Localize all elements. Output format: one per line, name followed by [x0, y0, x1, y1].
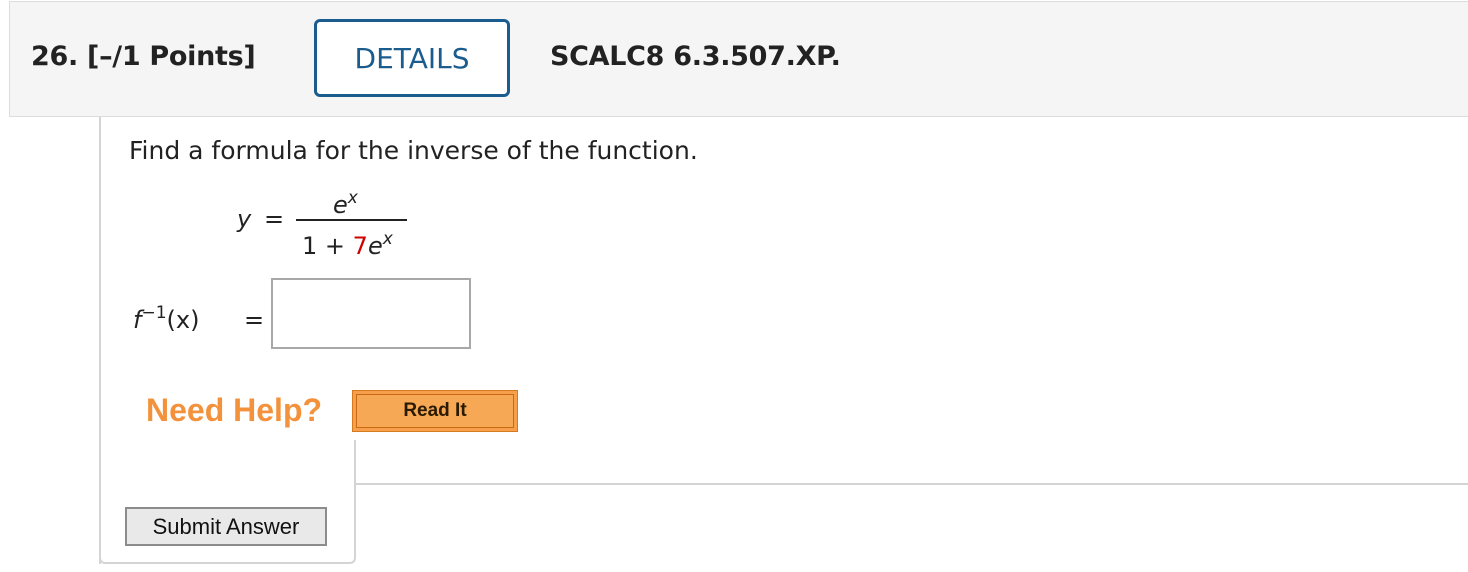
divider: [354, 483, 1468, 485]
denominator-exponent: x: [382, 229, 393, 249]
question-number: 26.: [31, 41, 78, 72]
fraction-bar: [296, 219, 407, 221]
numerator-base: e: [333, 191, 348, 219]
read-it-button[interactable]: Read It: [352, 390, 518, 432]
inverse-arg: (x): [166, 306, 200, 334]
fraction-numerator: ex: [333, 188, 358, 220]
answer-input[interactable]: [271, 278, 471, 349]
numerator-exponent: x: [347, 188, 358, 208]
denominator-base: e: [367, 232, 383, 260]
inverse-label: f−1(x): [133, 303, 200, 334]
read-it-label: Read It: [356, 394, 514, 428]
points-label: [–/1 Points]: [87, 41, 256, 72]
need-help-label: Need Help?: [146, 392, 323, 428]
problem-reference: SCALC8 6.3.507.XP.: [550, 41, 841, 72]
fraction-denominator: 1 + 7ex: [302, 229, 393, 261]
inverse-superscript: −1: [141, 303, 167, 323]
equation-y: y: [237, 205, 252, 233]
question-title: 26. [–/1 Points]: [31, 41, 256, 72]
details-button[interactable]: DETAILS: [314, 19, 510, 97]
denominator-one: 1 +: [302, 232, 346, 260]
submit-answer-button[interactable]: Submit Answer: [125, 507, 327, 546]
inverse-equals: =: [244, 306, 265, 334]
question-prompt: Find a formula for the inverse of the fu…: [129, 136, 698, 165]
equation-equals: =: [264, 205, 285, 233]
denominator-coefficient: 7: [352, 232, 368, 260]
